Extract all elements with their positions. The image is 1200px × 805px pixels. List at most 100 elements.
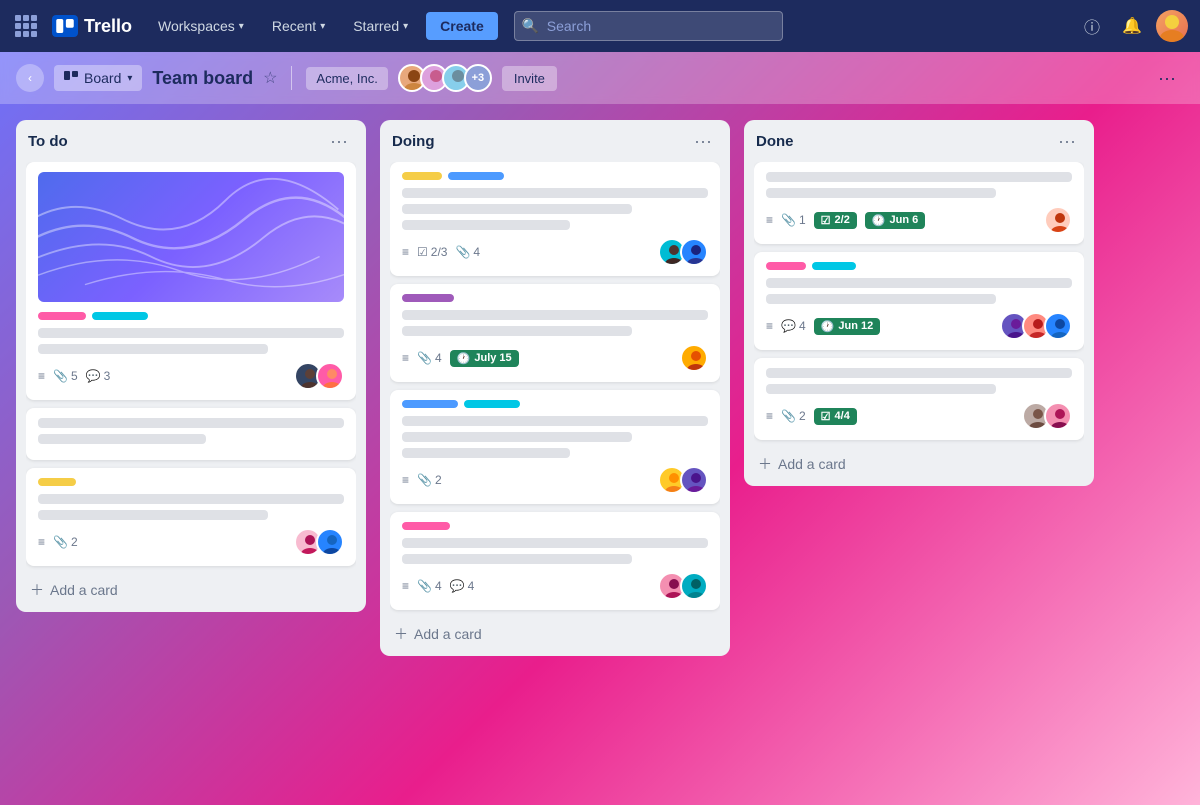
plus-icon: ＋ (30, 580, 44, 600)
user-avatar[interactable] (1156, 10, 1188, 42)
card-avatars (658, 466, 708, 494)
paperclip-icon: 📎 (781, 409, 796, 423)
comments-meta: 💬 3 (86, 369, 111, 383)
card-meta: ≡ ☑ 2/3 📎 4 (402, 245, 480, 259)
tag-purple (402, 294, 454, 302)
card-todo-3[interactable]: ≡ 📎 2 (26, 468, 356, 566)
description-icon: ≡ (766, 319, 773, 333)
card-meta: ≡ 📎 5 💬 3 (38, 369, 110, 383)
comment-icon: 💬 (450, 579, 465, 593)
board-more-button[interactable]: ··· (1150, 64, 1184, 93)
chevron-down-icon: ▾ (239, 21, 244, 32)
card-todo-2[interactable] (26, 408, 356, 460)
card-done-3[interactable]: ≡ 📎 2 ☑ 4/4 (754, 358, 1084, 440)
recent-menu-button[interactable]: Recent ▾ (262, 12, 335, 40)
paperclip-icon: 📎 (417, 473, 432, 487)
clock-icon: 🕐 (872, 214, 886, 227)
description-icon: ≡ (402, 245, 409, 259)
card-footer: ≡ ☑ 2/3 📎 4 (402, 238, 708, 266)
card-avatars (1044, 206, 1072, 234)
card-text-line (402, 220, 570, 230)
description-icon: ≡ (766, 409, 773, 423)
check-icon: ☑ (821, 410, 831, 423)
column-menu-doing[interactable]: ··· (688, 130, 718, 152)
card-text-line (402, 326, 632, 336)
starred-menu-button[interactable]: Starred ▾ (343, 12, 418, 40)
card-text-line (38, 418, 344, 428)
chevron-down-icon: ▾ (320, 21, 325, 32)
card-text-line (766, 278, 1072, 288)
bell-icon: 🔔 (1122, 16, 1142, 36)
card-avatars (680, 344, 708, 372)
search-container: 🔍 (514, 11, 783, 41)
create-button[interactable]: Create (426, 12, 498, 40)
card-avatar (1044, 402, 1072, 430)
checklist-icon: ☑ (417, 245, 428, 259)
info-icon: ⓘ (1084, 14, 1100, 38)
add-card-done[interactable]: ＋ Add a card (754, 448, 1084, 480)
tag-teal (464, 400, 520, 408)
column-done: Done ··· ≡ 📎 1 ☑ 2/2 (744, 120, 1094, 486)
paperclip-icon: 📎 (781, 213, 796, 227)
attachments-meta: 📎 2 (781, 409, 806, 423)
card-done-2[interactable]: ≡ 💬 4 🕐 Jun 12 (754, 252, 1084, 350)
card-text-line (402, 538, 708, 548)
divider (291, 66, 292, 90)
check-icon: ☑ (821, 214, 831, 227)
description-icon: ≡ (38, 535, 45, 549)
tag-blue (448, 172, 504, 180)
card-tags (766, 262, 1072, 270)
checklist-badge: ☑ 2/2 (814, 212, 857, 229)
board-bar-left: ‹ Board ▾ Team board ☆ Acme, Inc. +3 Inv (16, 64, 1138, 92)
add-card-todo[interactable]: ＋ Add a card (26, 574, 356, 606)
description-icon: ≡ (38, 369, 45, 383)
card-meta: ≡ 📎 2 (38, 535, 78, 549)
card-doing-3[interactable]: ≡ 📎 2 (390, 390, 720, 504)
card-text-line (38, 328, 344, 338)
card-doing-1[interactable]: ≡ ☑ 2/3 📎 4 (390, 162, 720, 276)
app-logo[interactable]: Trello (52, 15, 132, 37)
due-date-badge: 🕐 Jun 12 (814, 318, 881, 335)
card-text-line (38, 494, 344, 504)
star-button[interactable]: ☆ (263, 68, 277, 88)
workspaces-menu-button[interactable]: Workspaces ▾ (148, 12, 254, 40)
card-meta: ≡ 📎 1 ☑ 2/2 🕐 Jun 6 (766, 212, 925, 229)
column-todo: To do ··· (16, 120, 366, 612)
card-done-1[interactable]: ≡ 📎 1 ☑ 2/2 🕐 Jun 6 (754, 162, 1084, 244)
card-todo-1[interactable]: ≡ 📎 5 💬 3 (26, 162, 356, 400)
card-tags (38, 312, 344, 320)
board-icon (64, 71, 78, 85)
cards-container-done: ≡ 📎 1 ☑ 2/2 🕐 Jun 6 (754, 162, 1084, 444)
card-avatars (1000, 312, 1072, 340)
column-menu-todo[interactable]: ··· (324, 130, 354, 152)
card-avatar (316, 362, 344, 390)
board-view-button[interactable]: Board ▾ (54, 65, 142, 91)
grid-menu-button[interactable] (12, 10, 44, 42)
member-count-badge[interactable]: +3 (464, 64, 492, 92)
sidebar-toggle-button[interactable]: ‹ (16, 64, 44, 92)
card-footer: ≡ 📎 2 (38, 528, 344, 556)
card-text-line (402, 448, 570, 458)
card-text-line (38, 344, 268, 354)
trello-logo-icon (52, 15, 78, 37)
card-avatars (1022, 402, 1072, 430)
card-text-line (766, 384, 996, 394)
cover-decoration (38, 172, 344, 294)
workspace-badge[interactable]: Acme, Inc. (306, 67, 387, 90)
column-doing: Doing ··· ≡ ☑ 2/3 (380, 120, 730, 656)
notifications-button[interactable]: 🔔 (1116, 10, 1148, 42)
info-button[interactable]: ⓘ (1076, 10, 1108, 42)
comments-meta: 💬 4 (781, 319, 806, 333)
invite-button[interactable]: Invite (502, 66, 557, 91)
tag-yellow (38, 478, 76, 486)
tag-teal (812, 262, 856, 270)
card-avatar (316, 528, 344, 556)
card-avatars (658, 238, 708, 266)
add-card-doing[interactable]: ＋ Add a card (390, 618, 720, 650)
column-menu-done[interactable]: ··· (1052, 130, 1082, 152)
card-doing-2[interactable]: ≡ 📎 4 🕐 July 15 (390, 284, 720, 382)
checklist-meta: ☑ 2/3 (417, 245, 447, 259)
due-date-badge: 🕐 July 15 (450, 350, 519, 367)
card-doing-4[interactable]: ≡ 📎 4 💬 4 (390, 512, 720, 610)
search-input[interactable] (514, 11, 783, 41)
